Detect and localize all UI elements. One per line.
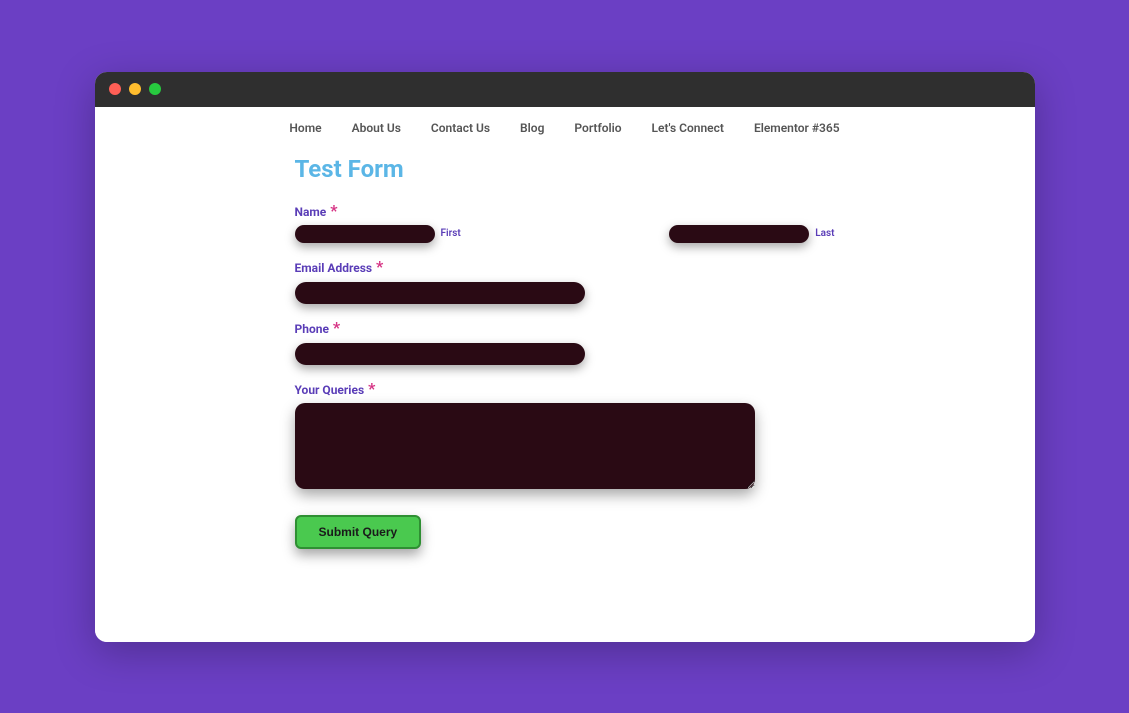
nav-portfolio[interactable]: Portfolio bbox=[574, 121, 621, 135]
last-name-col: Last bbox=[669, 225, 834, 243]
nav-lets-connect[interactable]: Let's Connect bbox=[652, 121, 724, 135]
nav-contact-us[interactable]: Contact Us bbox=[431, 121, 490, 135]
name-row: First Last bbox=[295, 225, 835, 243]
field-email: Email Address * bbox=[295, 257, 835, 304]
form-title: Test Form bbox=[295, 155, 835, 183]
first-name-col: First bbox=[295, 225, 461, 243]
page-content: Home About Us Contact Us Blog Portfolio … bbox=[95, 107, 1035, 642]
email-input[interactable] bbox=[295, 282, 585, 304]
required-marker: * bbox=[368, 379, 375, 398]
submit-wrap: Submit Query bbox=[295, 515, 835, 549]
last-name-sublabel: Last bbox=[815, 228, 834, 239]
first-name-input[interactable] bbox=[295, 225, 435, 243]
form-container: Test Form Name * First Last Email Addres… bbox=[95, 155, 1035, 549]
minimize-icon[interactable] bbox=[129, 83, 141, 95]
label-email: Email Address bbox=[295, 261, 373, 275]
field-name: Name * First Last bbox=[295, 201, 835, 243]
field-phone: Phone * bbox=[295, 318, 835, 365]
nav-blog[interactable]: Blog bbox=[520, 121, 544, 135]
browser-window: Home About Us Contact Us Blog Portfolio … bbox=[95, 72, 1035, 642]
label-phone: Phone bbox=[295, 322, 329, 336]
phone-input[interactable] bbox=[295, 343, 585, 365]
nav-about-us[interactable]: About Us bbox=[352, 121, 401, 135]
maximize-icon[interactable] bbox=[149, 83, 161, 95]
required-marker: * bbox=[333, 318, 340, 337]
window-titlebar bbox=[95, 72, 1035, 107]
main-nav: Home About Us Contact Us Blog Portfolio … bbox=[95, 107, 1035, 147]
first-name-sublabel: First bbox=[441, 228, 461, 239]
label-queries: Your Queries bbox=[295, 383, 365, 397]
last-name-input[interactable] bbox=[669, 225, 809, 243]
required-marker: * bbox=[376, 257, 383, 276]
nav-elementor-365[interactable]: Elementor #365 bbox=[754, 121, 840, 135]
label-name: Name bbox=[295, 205, 327, 219]
field-queries: Your Queries * bbox=[295, 379, 835, 493]
queries-textarea[interactable] bbox=[295, 403, 755, 489]
required-marker: * bbox=[330, 201, 337, 220]
submit-button[interactable]: Submit Query bbox=[295, 515, 422, 549]
nav-home[interactable]: Home bbox=[289, 121, 321, 135]
close-icon[interactable] bbox=[109, 83, 121, 95]
